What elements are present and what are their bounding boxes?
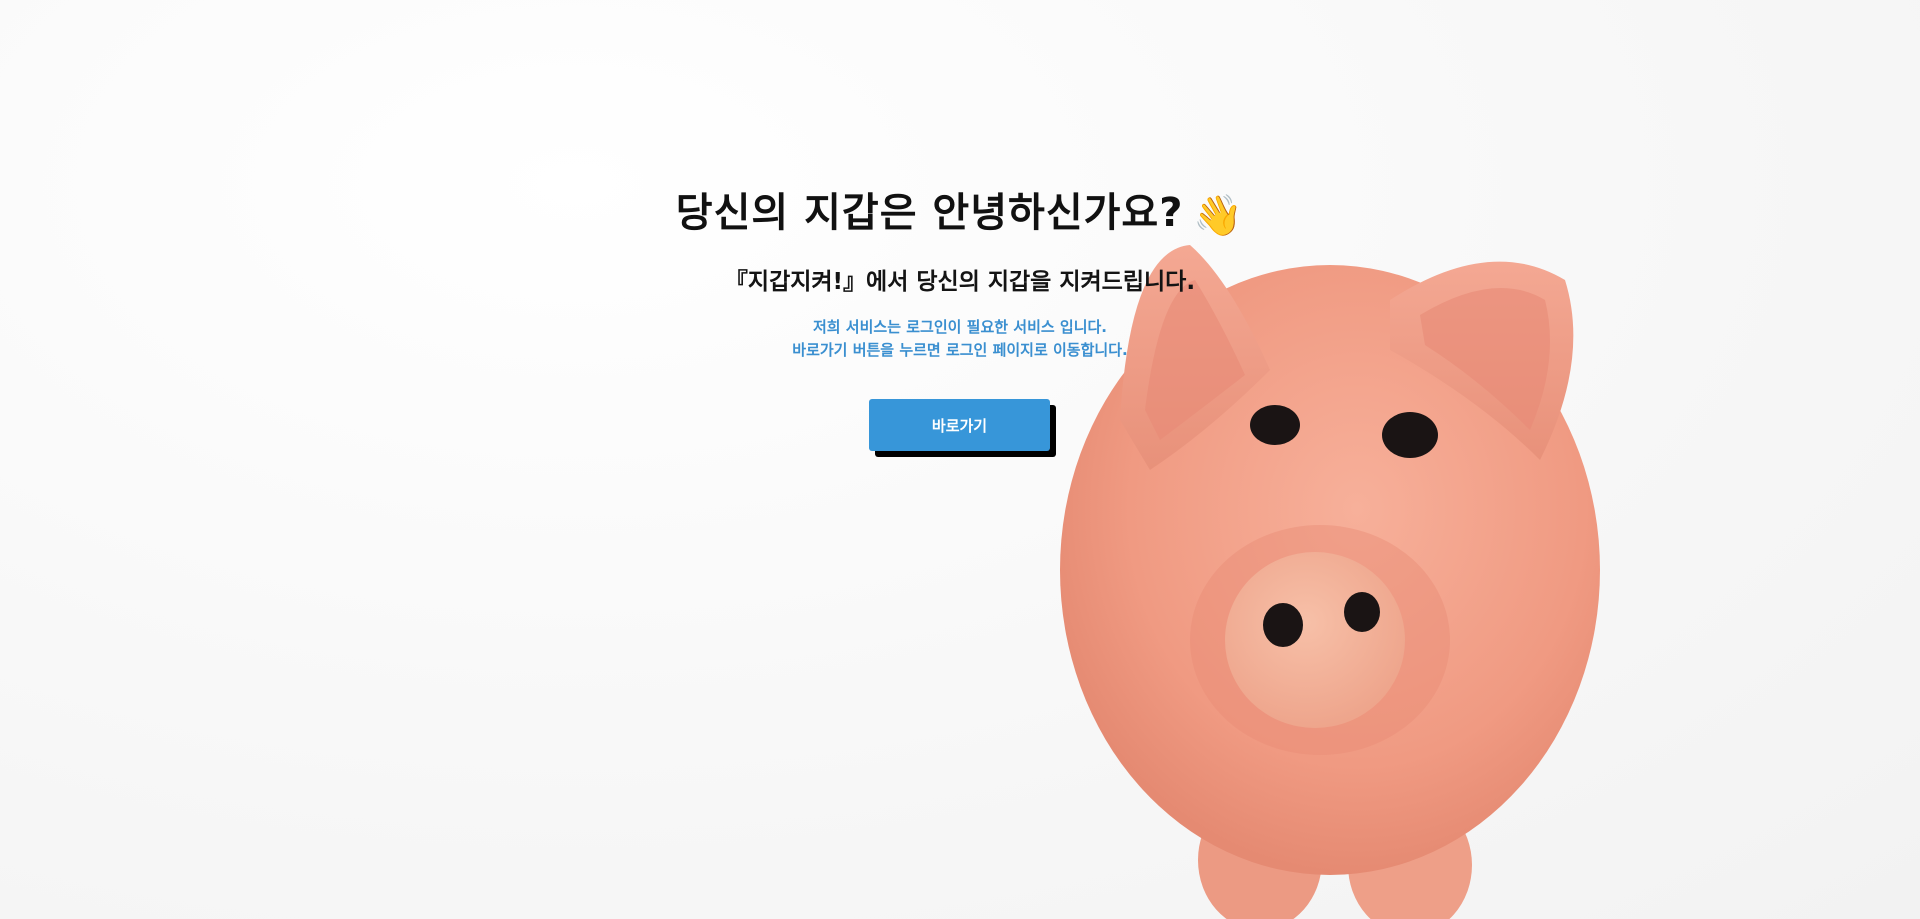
description-line-1: 저희 서비스는 로그인이 필요한 서비스 입니다. (812, 318, 1107, 336)
go-button-wrapper: 바로가기 (869, 399, 1056, 457)
description-line-2: 바로가기 버튼을 누르면 로그인 페이지로 이동합니다. (792, 341, 1128, 359)
waving-hand-icon: 👋 (1193, 192, 1245, 239)
page-title-text: 당신의 지갑은 안녕하신가요? (675, 190, 1184, 236)
page-subtitle: 『지갑지켜!』에서 당신의 지갑을 지켜드립니다. (724, 269, 1196, 295)
page-title: 당신의 지갑은 안녕하신가요? 👋 (0, 180, 1920, 239)
go-button[interactable]: 바로가기 (869, 399, 1050, 451)
hero-section: 당신의 지갑은 안녕하신가요? 👋 『지갑지켜!』에서 당신의 지갑을 지켜드립니… (0, 0, 1920, 919)
